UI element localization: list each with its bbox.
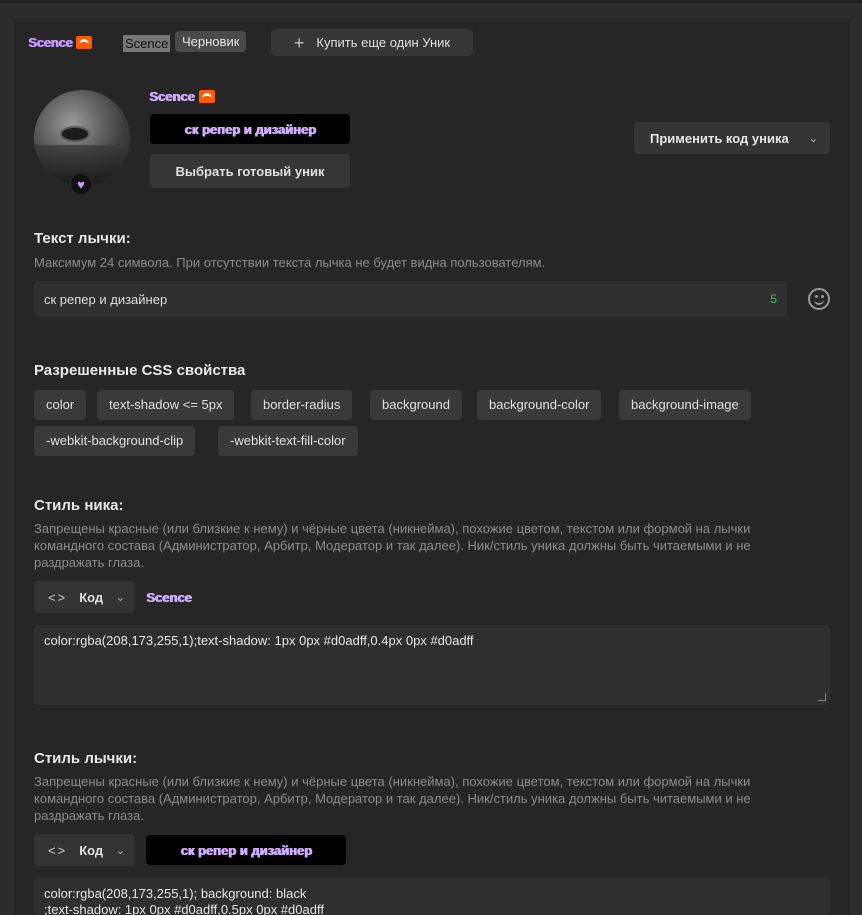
nick-preview: Scence [149,89,215,104]
buy-unique-label: Купить еще один Уник [316,35,451,50]
code-icon: <> [48,589,68,605]
tab-active-label: Scence [28,35,73,50]
apply-unique-code-label: Применить код уника [650,130,789,146]
nick-style-heading: Стиль ника: [34,497,124,514]
nick-style-code-textarea[interactable]: color:rgba(208,173,255,1);text-shadow: 1… [34,625,830,705]
css-chip: -webkit-text-fill-color [218,426,358,456]
soundcloud-icon [198,90,215,103]
badge-preview: ск репер и дизайнер [150,114,350,144]
css-props-heading: Разрешенные CSS свойства [34,362,246,379]
css-chip: background-color [477,390,602,420]
css-chip: color [34,390,87,420]
nick-style-mode-label: Код [79,589,104,605]
badge-style-mode-select[interactable]: <> Код ⌄ [34,834,135,866]
nick-style-preview: Scence [146,590,192,605]
nick-style-hint: Запрещены красные (или близкие к нему) и… [34,521,751,570]
plus-icon: + [293,32,305,53]
chevron-down-icon: ⌄ [808,132,818,145]
nick-style-mode-select[interactable]: <> Код ⌄ [34,581,135,613]
top-strip [0,0,862,3]
code-icon: <> [48,842,68,858]
badge-style-mode-label: Код [79,842,104,858]
buy-unique-button[interactable]: + Купить еще один Уник [271,29,473,56]
soundcloud-icon [76,36,93,49]
badge-style-code-textarea[interactable]: color:rgba(208,173,255,1); background: b… [34,878,830,915]
badge-style-code-line-2: ;text-shadow: 1px 0px #d0adff,0.5px 0px … [44,902,324,915]
css-chip: background-image [619,390,751,420]
badge-text-hint: Максимум 24 символа. При отсутствии текс… [34,255,546,270]
badge-style-hint: Запрещены красные (или близкие к нему) и… [34,774,751,823]
smiley-icon[interactable] [808,288,830,310]
char-counter: 5 [770,292,777,306]
badge-text-input-value: ск репер и дизайнер [44,291,168,307]
resize-handle[interactable] [818,693,826,701]
nick-preview-text: Scence [149,89,195,104]
choose-ready-unique-button[interactable]: Выбрать готовый уник [150,154,350,188]
badge-style-code-line-1: color:rgba(208,173,255,1); background: b… [44,886,307,901]
heart-icon[interactable]: ♥ [69,172,93,196]
tab-second-unique[interactable]: Scence [123,35,171,52]
badge-text-input[interactable]: ск репер и дизайнер 5 [34,281,787,317]
chevron-down-icon: ⌄ [115,844,125,857]
css-chip: background [370,390,462,420]
badge-style-heading: Стиль лычки: [34,750,138,767]
css-chip: text-shadow <= 5px [97,390,235,420]
badge-text-heading: Текст лычки: [34,230,131,247]
tab-second-label: Scence [125,36,169,51]
avatar-eye [60,126,90,142]
apply-unique-code-dropdown[interactable]: Применить код уника ⌄ [634,122,830,154]
css-chip: -webkit-background-clip [34,426,196,456]
tab-active-unique[interactable]: Scence [28,35,93,50]
nick-style-code-text: color:rgba(208,173,255,1);text-shadow: 1… [44,633,474,648]
css-chip: border-radius [251,390,353,420]
chevron-down-icon: ⌄ [115,591,125,604]
editor-panel: Scence Scence Черновик + Купить еще один… [14,18,850,915]
draft-badge: Черновик [175,31,247,52]
badge-style-preview: ск репер и дизайнер [146,835,346,865]
